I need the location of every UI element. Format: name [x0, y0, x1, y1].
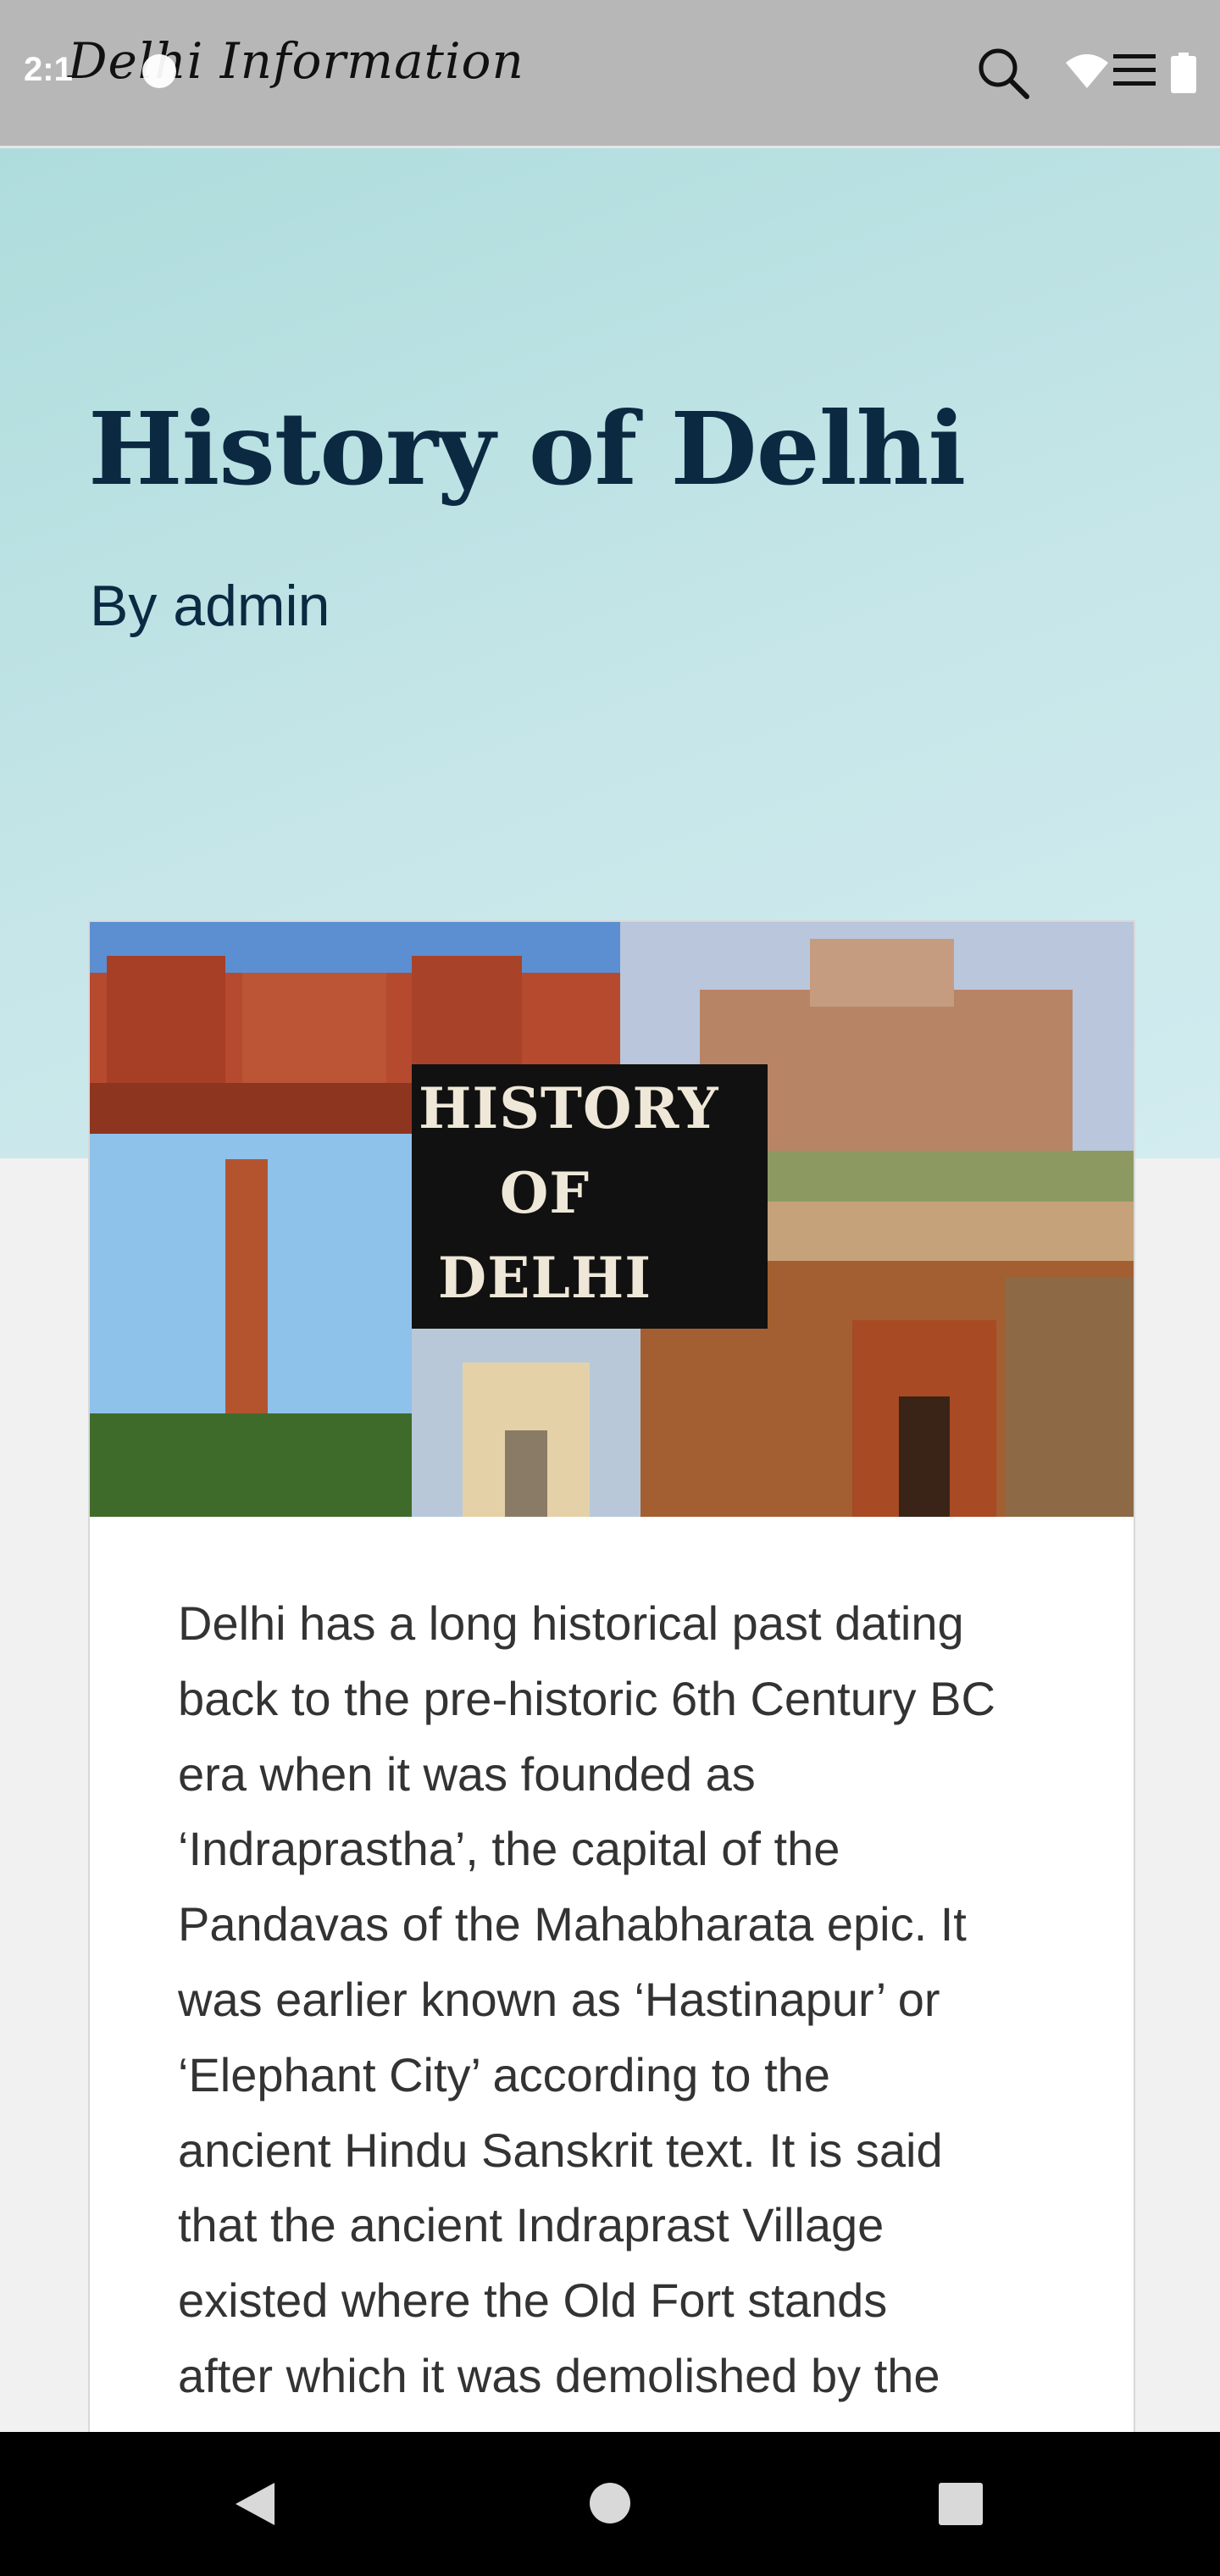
menu-button[interactable] [1112, 49, 1162, 93]
excerpt-line: ‘Indraprastha’, the capital of the [178, 1822, 840, 1876]
excerpt-line: ‘Elephant City’ according to the [178, 2047, 830, 2101]
search-button[interactable] [973, 42, 1034, 103]
site-logo[interactable]: Delhi Information [68, 32, 524, 90]
battery-icon [1171, 53, 1196, 93]
excerpt-line: existed where the Old Fort stands [178, 2273, 888, 2328]
post-title: History of Delhi [88, 390, 966, 508]
excerpt-line: after which it was demolished by the [178, 2348, 940, 2402]
excerpt-line: Pandavas of the Mahabharata epic. It [178, 1897, 967, 1951]
excerpt-line: back to the pre-historic 6th Century BC [178, 1671, 995, 1725]
search-icon [979, 48, 1029, 99]
recents-icon[interactable] [937, 2481, 984, 2527]
feature-image-caption: HISTORY OF DELHI [419, 1075, 719, 1311]
home-icon[interactable] [588, 2481, 632, 2525]
wifi-icon [1066, 54, 1108, 88]
back-icon[interactable] [230, 2479, 278, 2529]
post-card: HISTORY OF DELHI Delhi has a long histor… [88, 920, 1135, 2435]
excerpt-line: ancient Hindu Sanskrit text. It is said [178, 2123, 943, 2177]
excerpt-line: that the ancient Indraprast Village [178, 2198, 884, 2252]
status-notification-icon [142, 54, 176, 88]
app-header: Delhi Information 2:1 [0, 0, 1220, 148]
excerpt-line: Delhi has a long historical past dating [178, 1596, 964, 1650]
post-excerpt: Delhi has a long historical past dating … [178, 1586, 1059, 2414]
excerpt-line: was earlier known as ‘Hastinapur’ or [178, 1972, 940, 2026]
feature-image[interactable]: HISTORY OF DELHI [90, 922, 1134, 1517]
status-time: 2:1 [24, 51, 73, 88]
post-author[interactable]: By admin [90, 573, 330, 639]
menu-icon [1113, 54, 1156, 86]
excerpt-line: era when it was founded as [178, 1746, 756, 1801]
